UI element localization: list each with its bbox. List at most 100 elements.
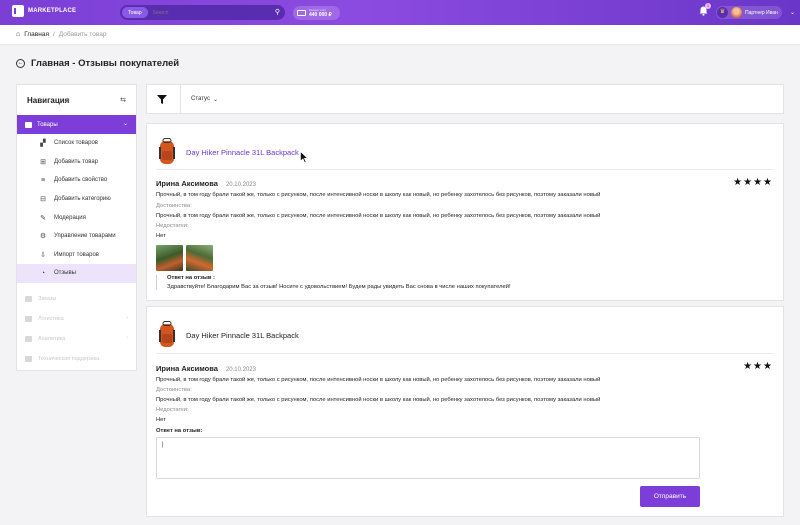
filter-bar: Статус ⌄ xyxy=(146,84,784,114)
bell-icon[interactable]: 1 xyxy=(699,3,711,17)
reviewer-name: Ирина Аксимова xyxy=(156,364,218,373)
sidebar-item-add-product[interactable]: ⊞ Добавить товар xyxy=(17,153,136,172)
product-title-link[interactable]: Day Hiker Pinnacle 31L Backpack xyxy=(186,148,299,157)
sidebar-item-import[interactable]: ⇩ Импорт товаров xyxy=(17,246,136,265)
chevron-right-icon: › xyxy=(126,314,128,321)
sidebar-item-label: Модерация xyxy=(54,214,86,221)
notification-badge: 1 xyxy=(705,3,711,9)
star-rating: ★★★ xyxy=(743,361,773,372)
breadcrumb-home[interactable]: Главная xyxy=(24,31,49,38)
disadvantages-label: Недостатки: xyxy=(156,407,189,413)
mouse-cursor-icon xyxy=(300,151,308,163)
reviewer-row: Ирина Аксимова 20.10.2023 xyxy=(156,179,256,188)
disadvantages-label: Недостатки: xyxy=(156,223,189,229)
card-icon xyxy=(297,10,306,16)
logo[interactable]: MARKETPLACE xyxy=(12,5,76,17)
product-thumbnail[interactable] xyxy=(156,138,178,166)
reviewer-row: Ирина Аксимова 20.10.2023 xyxy=(156,364,256,373)
sidebar-item-label: Отзывы xyxy=(54,270,76,277)
sidebar-item-product-list[interactable]: ▞ Список товаров xyxy=(17,134,136,153)
advantages-text: Прочный, в том году брали такой же, толь… xyxy=(156,213,601,219)
star-rating: ★★★★ xyxy=(733,177,773,188)
sidebar-item-orders[interactable]: Заказы xyxy=(17,289,136,309)
review-date: 20.10.2023 xyxy=(225,367,256,373)
sidebar-item-label: Управление товарами xyxy=(54,233,116,240)
review-date: 20.10.2023 xyxy=(225,182,256,188)
review-photo[interactable] xyxy=(186,245,213,271)
home-icon[interactable]: ⌂ xyxy=(16,31,20,38)
sidebar-item-manage-products[interactable]: ⚙ Управление товарами xyxy=(17,227,136,246)
page-header: ← Главная - Отзывы покупателей xyxy=(16,58,179,69)
box-icon xyxy=(25,121,32,128)
review-photos xyxy=(156,245,213,271)
search-icon[interactable]: ⚲ xyxy=(275,8,280,17)
sidebar-item-label: Техническая поддержка xyxy=(38,355,100,362)
import-icon: ⇩ xyxy=(40,251,46,259)
avatar xyxy=(731,7,742,18)
user-name: Партнер Иван xyxy=(745,9,778,16)
sidebar-item-label: Аналитика xyxy=(38,335,66,342)
answer-label: Ответ на отзыв: xyxy=(156,428,203,434)
sidebar-item-add-property[interactable]: ≡ Добавить свойство xyxy=(17,171,136,190)
advantages-label: Достоинства: xyxy=(156,387,192,393)
sidebar-item-add-category[interactable]: ⊟ Добавить категорию xyxy=(17,190,136,209)
reply-textarea[interactable] xyxy=(156,437,700,479)
sidebar-item-label: Заказы xyxy=(38,295,57,302)
seller-reply: Ответ на отзыв : Здравствуйте! Благодари… xyxy=(156,275,511,290)
sidebar-item-label: Добавить товар xyxy=(54,158,98,165)
product-title[interactable]: Day Hiker Pinnacle 31L Backpack xyxy=(186,331,299,340)
sidebar-item-label: Список товаров xyxy=(54,140,98,147)
disadvantages-text: Нет xyxy=(156,233,166,239)
status-dropdown[interactable]: Статус ⌄ xyxy=(191,96,218,103)
orders-icon xyxy=(25,295,32,302)
sidebar-collapse-icon[interactable]: ⇆ xyxy=(120,96,126,104)
balance-widget[interactable]: Баланс счёт 440 000 ₽ xyxy=(293,6,340,20)
sidebar-item-label: Добавить категорию xyxy=(54,196,111,203)
sidebar-item-reviews[interactable]: ◔ Отзывы xyxy=(17,264,136,283)
chevron-down-icon[interactable]: ⌄ xyxy=(790,9,795,16)
wrench-icon: ⚙ xyxy=(39,233,47,241)
search-bar: Товар ⚲ xyxy=(120,5,285,20)
profile-menu[interactable]: ♛ Партнер Иван xyxy=(716,6,782,19)
sidebar-item-moderation[interactable]: ✎ Модерация xyxy=(17,208,136,227)
plus-square-icon: ⊞ xyxy=(40,158,46,166)
sidebar-item-label: Добавить свойство xyxy=(54,177,108,184)
divider xyxy=(156,353,774,354)
review-text: Прочный, в том году брали такой же, толь… xyxy=(156,377,601,383)
reply-text: Здравствуйте! Благодарим Вас за отзыв! Н… xyxy=(167,284,511,290)
sidebar-item-logistics[interactable]: Логистика › xyxy=(17,309,136,329)
sidebar-group-products[interactable]: Товары ⌄ xyxy=(17,115,136,134)
tray-icon: ⊟ xyxy=(40,196,46,204)
breadcrumb-separator: / xyxy=(52,31,55,38)
logo-text: MARKETPLACE xyxy=(28,8,77,14)
chevron-down-icon: ⌄ xyxy=(122,121,128,127)
truck-icon xyxy=(25,315,32,322)
sidebar-item-support[interactable]: Техническая поддержка xyxy=(17,349,136,369)
boxes-icon: ▞ xyxy=(40,140,46,148)
page-title: Главная - Отзывы покупателей xyxy=(31,58,180,69)
filter-icon[interactable] xyxy=(157,94,167,104)
search-category-pill[interactable]: Товар xyxy=(122,7,148,18)
sidebar-item-analytics[interactable]: Аналитика › xyxy=(17,329,136,349)
sidebar-group-label: Товары xyxy=(37,121,58,128)
breadcrumb: ⌂ Главная / Добавить товар xyxy=(0,25,800,45)
back-arrow-icon[interactable]: ← xyxy=(16,59,25,68)
search-input[interactable] xyxy=(152,9,263,16)
chevron-down-icon: ⌄ xyxy=(212,96,218,103)
send-button[interactable]: Отправить xyxy=(640,486,700,507)
chevron-right-icon: › xyxy=(126,334,128,341)
balance-value: 440 000 ₽ xyxy=(309,12,332,18)
sidebar-item-label: Импорт товаров xyxy=(54,251,99,258)
review-text: Прочный, в том году брали такой же, толь… xyxy=(156,192,601,198)
support-icon xyxy=(25,355,32,362)
review-photo[interactable] xyxy=(156,245,183,271)
product-thumbnail[interactable] xyxy=(156,321,178,349)
divider xyxy=(180,84,181,114)
divider xyxy=(156,169,774,170)
edit-icon: ✎ xyxy=(40,214,46,222)
chat-icon: ◔ xyxy=(40,269,46,277)
review-card: Day Hiker Pinnacle 31L Backpack Ирина Ак… xyxy=(146,306,784,517)
breadcrumb-current: Добавить товар xyxy=(58,31,107,38)
status-dropdown-label: Статус xyxy=(191,96,210,102)
sidebar-header: Навигация ⇆ xyxy=(17,85,136,115)
